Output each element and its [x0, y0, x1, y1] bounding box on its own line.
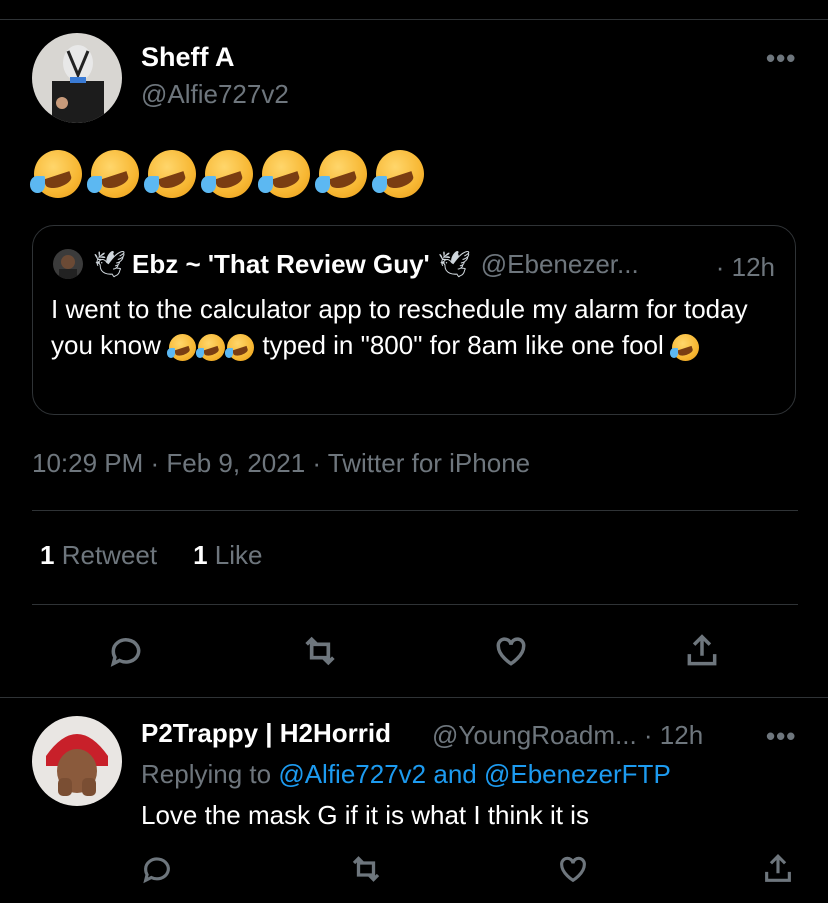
rolling-on-floor-laughing-emoji	[166, 333, 197, 361]
share-icon[interactable]	[682, 631, 722, 671]
likes-stat[interactable]: 1 Like	[193, 540, 262, 571]
divider	[0, 697, 828, 698]
engagement-stats: 1 Retweet 1 Like	[40, 540, 263, 571]
reply-time: · 12h	[643, 720, 704, 750]
rolling-on-floor-laughing-emoji	[669, 333, 700, 361]
divider	[32, 510, 798, 511]
retweet-icon[interactable]	[346, 849, 386, 889]
mention-link[interactable]: @Alfie727v2	[278, 759, 426, 789]
tweet-emoji-row	[30, 150, 424, 198]
rolling-on-floor-laughing-emoji	[315, 150, 367, 198]
rolling-on-floor-laughing-emoji	[195, 333, 226, 361]
more-options-icon[interactable]: •••	[766, 721, 796, 752]
tweet-timestamp[interactable]: 10:29 PM · Feb 9, 2021 · Twitter for iPh…	[32, 448, 530, 479]
rolling-on-floor-laughing-emoji	[30, 150, 82, 198]
rolling-on-floor-laughing-emoji	[201, 150, 253, 198]
quoted-author-avatar	[53, 249, 83, 279]
quoted-text-part2: typed in "800" for 8am like one fool	[262, 330, 664, 360]
rolling-on-floor-laughing-emoji	[224, 333, 255, 361]
author-name[interactable]: Sheff A	[141, 42, 235, 73]
retweet-icon[interactable]	[300, 631, 340, 671]
share-icon[interactable]	[758, 849, 798, 889]
author-avatar[interactable]	[32, 33, 122, 123]
dove-icon: 🕊	[93, 248, 127, 279]
reply-text: Love the mask G if it is what I think it…	[141, 800, 589, 830]
rolling-on-floor-laughing-emoji	[144, 150, 196, 198]
quoted-tweet-text: I went to the calculator app to reschedu…	[51, 291, 771, 363]
quoted-tweet-time: · 12h	[715, 252, 775, 282]
replying-to: Replying to @Alfie727v2 and @EbenezerFTP	[141, 759, 671, 789]
reply-author-avatar[interactable]	[32, 716, 122, 806]
dove-icon: 🕊	[437, 248, 471, 279]
author-handle[interactable]: @Alfie727v2	[141, 79, 289, 110]
rolling-on-floor-laughing-emoji	[87, 150, 139, 198]
like-icon[interactable]	[553, 849, 593, 889]
quoted-tweet-card[interactable]: 🕊 Ebz ~ 'That Review Guy' 🕊 @Ebenezer...…	[32, 225, 796, 415]
divider	[32, 604, 798, 605]
quoted-tweet-header: 🕊 Ebz ~ 'That Review Guy' 🕊 @Ebenezer...	[53, 246, 639, 282]
rolling-on-floor-laughing-emoji	[258, 150, 310, 198]
reply-author-handle[interactable]: @YoungRoadm... · 12h	[432, 720, 703, 751]
reply-icon[interactable]	[137, 849, 177, 889]
rolling-on-floor-laughing-emoji	[372, 150, 424, 198]
quoted-author-name: Ebz ~ 'That Review Guy'	[132, 248, 430, 279]
retweets-stat[interactable]: 1 Retweet	[40, 540, 157, 571]
quoted-author-handle: @Ebenezer...	[480, 248, 639, 279]
like-icon[interactable]	[491, 631, 531, 671]
top-divider	[0, 19, 828, 20]
mention-link[interactable]: @EbenezerFTP	[484, 759, 671, 789]
reply-author-name[interactable]: P2Trappy | H2Horrid	[141, 718, 391, 749]
reply-icon[interactable]	[106, 631, 146, 671]
more-options-icon[interactable]: •••	[766, 43, 796, 74]
